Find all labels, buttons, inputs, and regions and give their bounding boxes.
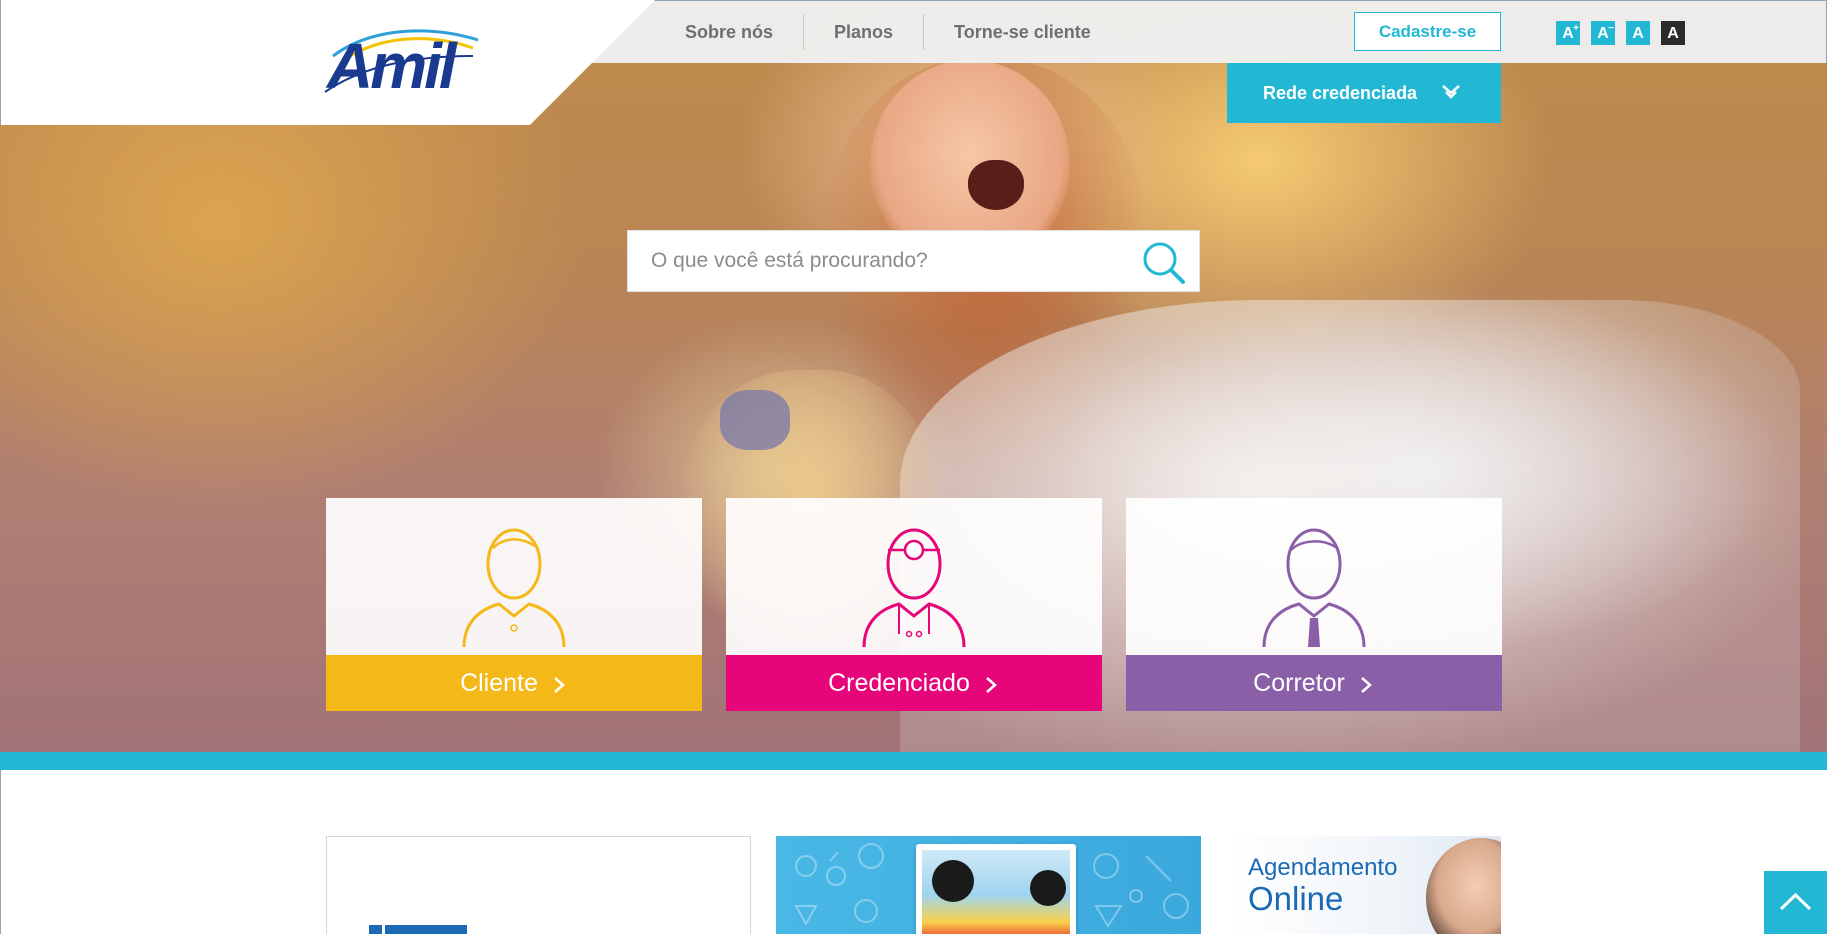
card-cliente[interactable]: Cliente <box>326 498 702 711</box>
minnie-icon <box>1030 870 1066 906</box>
promo-book-cover <box>916 844 1076 934</box>
card-credenciado-illustration <box>726 498 1102 655</box>
card-credenciado-label: Credenciado <box>828 668 970 697</box>
hero-photo-mouth <box>968 160 1024 210</box>
default-font-button[interactable]: A <box>1626 21 1650 45</box>
default-font-label: A <box>1632 25 1644 42</box>
promo-card-blue-graphic-line <box>382 925 385 934</box>
nav-item-torne-se-cliente[interactable]: Torne-se cliente <box>924 14 1121 50</box>
promo-card-disney[interactable] <box>776 836 1201 934</box>
promo-book-art <box>922 850 1070 934</box>
logo-wordmark: Amil <box>327 30 457 102</box>
user-icon <box>462 528 566 648</box>
chevron-up-icon <box>1779 892 1812 911</box>
search-box <box>627 230 1200 292</box>
card-credenciado-bar: Credenciado <box>726 655 1102 711</box>
doctor-icon <box>862 528 966 648</box>
mickey-icon <box>932 860 974 902</box>
nav-item-planos[interactable]: Planos <box>804 14 923 50</box>
card-corretor[interactable]: Corretor <box>1126 498 1502 711</box>
nav-item-sobre-nos[interactable]: Sobre nós <box>655 14 803 50</box>
card-cliente-bar: Cliente <box>326 655 702 711</box>
rede-credenciada-button[interactable]: Rede credenciada <box>1227 63 1501 123</box>
search-icon[interactable] <box>1141 240 1187 286</box>
card-corretor-illustration <box>1126 498 1502 655</box>
back-to-top-button[interactable] <box>1764 871 1827 934</box>
chevron-down-icon <box>1442 85 1460 99</box>
search-input[interactable] <box>628 231 1128 291</box>
promo-card-agendamento[interactable]: Agendamento Online <box>1226 836 1501 934</box>
decrease-font-button[interactable]: A − <box>1591 21 1615 45</box>
promo-person-photo <box>1426 838 1501 934</box>
chevron-right-icon <box>1361 677 1372 693</box>
card-cliente-label: Cliente <box>460 668 538 697</box>
card-cliente-illustration <box>326 498 702 655</box>
decrease-font-suffix: − <box>1608 23 1614 34</box>
increase-font-button[interactable]: A + <box>1556 21 1580 45</box>
rede-credenciada-label: Rede credenciada <box>1263 82 1418 103</box>
chevron-right-icon <box>554 677 565 693</box>
card-credenciado[interactable]: Credenciado <box>726 498 1102 711</box>
chevron-right-icon <box>986 677 997 693</box>
high-contrast-label: A <box>1667 25 1679 42</box>
teal-divider-strip <box>0 752 1827 770</box>
high-contrast-button[interactable]: A <box>1661 21 1685 45</box>
promo-agendamento-line2: Online <box>1248 880 1344 917</box>
amil-logo[interactable]: Amil <box>323 26 483 102</box>
increase-font-label: A <box>1562 25 1574 42</box>
promo-card-blue[interactable] <box>326 836 751 934</box>
increase-font-suffix: + <box>1573 23 1579 34</box>
hero-photo-bow <box>720 390 790 450</box>
signup-button[interactable]: Cadastre-se <box>1354 12 1501 51</box>
card-corretor-bar: Corretor <box>1126 655 1502 711</box>
card-corretor-label: Corretor <box>1253 668 1345 697</box>
broker-icon <box>1262 528 1366 648</box>
promo-agendamento-line1: Agendamento <box>1248 854 1398 881</box>
main-nav: Sobre nós Planos Torne-se cliente <box>655 0 1121 63</box>
decrease-font-label: A <box>1597 25 1609 42</box>
page: Amil Sobre nós Planos Torne-se cliente C… <box>0 0 1827 934</box>
